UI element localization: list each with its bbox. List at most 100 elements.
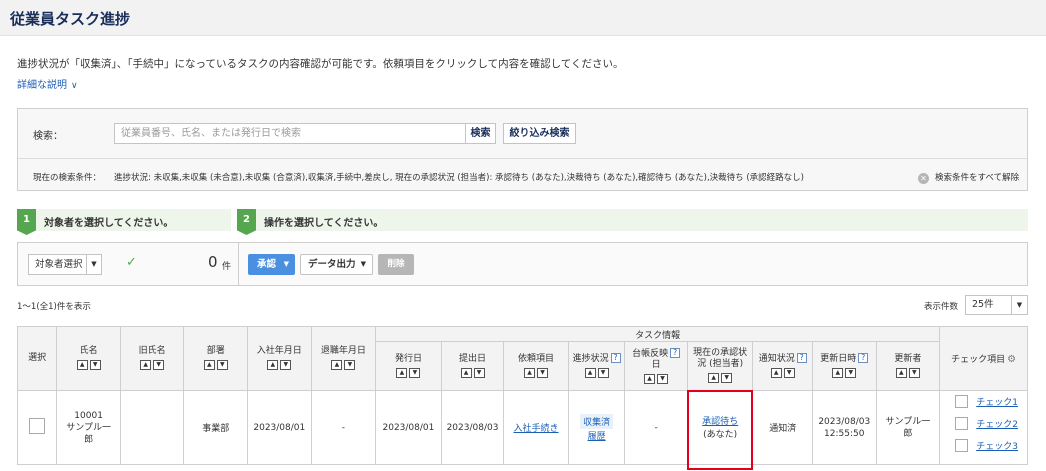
checkbox[interactable] <box>955 394 969 408</box>
sort-buttons[interactable]: ▲ ▼ <box>395 367 421 379</box>
check-items-cell: チェック1 チェック2 チェック3 <box>939 390 1028 465</box>
sort-buttons[interactable]: ▲ ▼ <box>266 360 292 371</box>
approve-button[interactable]: 承認 ▼ <box>248 254 295 275</box>
help-icon[interactable]: ? <box>796 353 807 364</box>
sort-desc-icon: ▼ <box>721 373 733 384</box>
per-page-select[interactable]: 25件 ▼ <box>965 295 1028 315</box>
approve-label: 承認 <box>257 259 277 270</box>
sort-asc-icon: ▲ <box>76 360 88 371</box>
sort-asc-icon: ▲ <box>203 360 215 371</box>
data-export-button[interactable]: データ出力 ▼ <box>300 254 373 275</box>
target-select-dropdown[interactable]: 対象者選択 ▼ <box>28 254 102 275</box>
filter-search-button[interactable]: 絞り込み検索 <box>503 123 576 144</box>
chevron-down-icon: ∨ <box>71 81 78 91</box>
search-row: 検索： 検索 絞り込み検索 <box>18 109 1027 159</box>
sort-desc-icon: ▼ <box>153 360 165 371</box>
gear-icon[interactable]: ⚙ <box>1007 354 1016 365</box>
page-title: 従業員タスク進捗 <box>10 10 131 28</box>
sort-desc-icon: ▼ <box>409 367 421 378</box>
help-icon[interactable]: ? <box>670 347 681 358</box>
sort-desc-icon: ▼ <box>280 360 292 371</box>
sort-buttons[interactable]: ▲ ▼ <box>770 368 796 379</box>
header-submit-date: 提出日 ▲ ▼ <box>440 341 505 391</box>
sort-buttons[interactable]: ▲ ▼ <box>707 373 733 384</box>
selected-count: 0 <box>208 253 218 271</box>
divider <box>238 243 239 285</box>
check-item[interactable]: チェック2 <box>946 416 1027 439</box>
header-select: 選択 <box>16 326 58 391</box>
caret-down-icon: ▼ <box>360 260 366 268</box>
header-ledger-date: 台帳反映? 日 ▲ ▼ <box>624 341 688 391</box>
header-approval-status: 現在の承認状況 (担当者) ▲ ▼ <box>686 341 754 391</box>
search-button[interactable]: 検索 <box>465 123 496 144</box>
progress-status: 収集済 <box>580 413 614 429</box>
clear-conditions-button[interactable]: ✕ 検索条件をすべて解除 <box>918 171 1019 184</box>
help-icon[interactable]: ? <box>610 353 621 364</box>
search-input[interactable] <box>114 123 466 144</box>
sort-desc-icon: ▼ <box>473 367 485 378</box>
approval-actor: (あなた) <box>703 429 738 440</box>
sort-desc-icon: ▼ <box>344 360 356 371</box>
header-task-info: タスク情報 <box>375 326 941 342</box>
current-conditions: 進捗状況: 未収集,未収集 (未合意),未収集 (合意済),収集済,手続中,差戻… <box>114 173 804 183</box>
clear-conditions-label: 検索条件をすべて解除 <box>935 173 1020 183</box>
sort-buttons[interactable]: ▲ ▼ <box>139 360 165 371</box>
row-select-cell <box>16 390 58 465</box>
request-item-link[interactable]: 入社手続き <box>514 424 559 434</box>
per-page-label: 表示件数 <box>924 302 959 312</box>
header-old-name: 旧氏名 ▲ ▼ <box>119 326 185 391</box>
header-leave-date: 退職年月日 ▲ ▼ <box>310 326 377 391</box>
detail-link[interactable]: 詳細な説明 ∨ <box>17 76 78 91</box>
sort-desc-icon: ▼ <box>597 368 609 379</box>
leave-date-cell: - <box>310 390 377 465</box>
page-description: 進捗状況が「収集済」、「手続中」になっているタスクの内容確認が可能です。依頼項目… <box>17 58 624 70</box>
check-item[interactable]: チェック3 <box>946 438 1027 461</box>
sort-asc-icon: ▲ <box>524 367 536 378</box>
history-link[interactable]: 履歴 <box>588 432 606 442</box>
name-cell: 10001 サンプル一郎 <box>56 390 121 465</box>
header-check-items: チェック項目 ⚙ <box>939 326 1028 391</box>
ledger-cell: - <box>624 390 688 465</box>
step-2: 2 操作を選択してください。 <box>237 209 1028 235</box>
title-bar: 従業員タスク進捗 <box>0 0 1046 36</box>
sort-desc-icon: ▼ <box>537 367 549 378</box>
sort-asc-icon: ▲ <box>331 360 343 371</box>
sort-buttons[interactable]: ▲ ▼ <box>460 367 486 379</box>
sort-asc-icon: ▲ <box>708 373 720 384</box>
row-select-checkbox[interactable] <box>29 418 46 434</box>
step-text: 操作を選択してください。 <box>264 218 384 229</box>
header-department: 部署 ▲ ▼ <box>183 326 249 391</box>
delete-button[interactable]: 削除 <box>378 254 414 275</box>
sort-asc-icon: ▲ <box>770 368 782 379</box>
current-conditions-label: 現在の検索条件： <box>33 173 102 183</box>
old-name-cell <box>119 390 185 465</box>
caret-down-icon: ▼ <box>1011 296 1027 314</box>
task-table: 選択 氏名 ▲ ▼ 旧氏名 ▲ ▼ 部署 ▲ ▼ 入社年月日 ▲ ▼ 退職年月日 ▲ ▼ タスク情報… <box>16 326 1028 470</box>
table-row: 10001 サンプル一郎 事業部 2023/08/01 - 2023/08/01 … <box>16 390 1028 470</box>
sort-buttons[interactable]: ▲ ▼ <box>584 368 610 379</box>
sort-buttons[interactable]: ▲ ▼ <box>643 373 669 385</box>
help-icon[interactable]: ? <box>858 353 869 364</box>
sort-desc-icon: ▼ <box>783 368 795 379</box>
checkbox[interactable] <box>955 438 969 452</box>
header-issue-date: 発行日 ▲ ▼ <box>375 341 442 391</box>
check-item[interactable]: チェック1 <box>946 394 1027 417</box>
sort-buttons[interactable]: ▲ ▼ <box>523 367 549 379</box>
sort-asc-icon: ▲ <box>267 360 279 371</box>
sort-buttons[interactable]: ▲ ▼ <box>895 367 921 379</box>
sort-buttons[interactable]: ▲ ▼ <box>203 360 229 371</box>
step-1: 1 対象者を選択してください。 <box>17 209 231 235</box>
approval-status-link[interactable]: 承認待ち <box>688 415 753 429</box>
sort-asc-icon: ▲ <box>140 360 152 371</box>
search-panel: 検索： 検索 絞り込み検索 現在の検索条件： 進捗状況: 未収集,未収集 (未合… <box>17 108 1028 191</box>
approval-status-cell: 承認待ち (あなた) <box>686 390 754 470</box>
header-progress: 進捗状況? ▲ ▼ <box>567 341 626 391</box>
per-page-value: 25件 <box>972 299 994 310</box>
sort-asc-icon: ▲ <box>396 367 408 378</box>
header-hire-date: 入社年月日 ▲ ▼ <box>247 326 312 391</box>
checkbox[interactable] <box>955 416 969 430</box>
sort-buttons[interactable]: ▲ ▼ <box>76 360 102 371</box>
sort-buttons[interactable]: ▲ ▼ <box>831 368 857 379</box>
sort-buttons[interactable]: ▲ ▼ <box>330 360 356 371</box>
sort-asc-icon: ▲ <box>895 367 907 378</box>
